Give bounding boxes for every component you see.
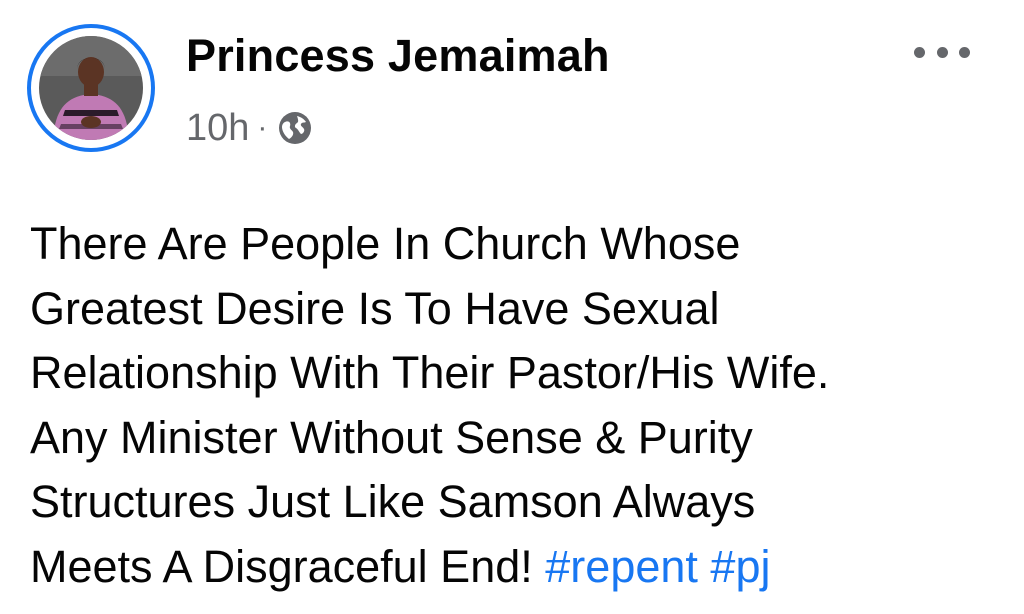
post-text-line: There Are People In Church Whose	[30, 218, 741, 269]
globe-icon[interactable]	[277, 110, 313, 146]
more-dot	[914, 46, 925, 58]
post-text-line-last: Meets A Disgraceful End! #repent #pj	[30, 535, 1000, 600]
facebook-post: Princess Jemaimah 10h · There Are People…	[0, 0, 1024, 614]
post-text-line: Meets A Disgraceful End!	[30, 540, 533, 592]
post-body: There Are People In Church Whose Greates…	[30, 212, 1000, 599]
more-dot	[959, 46, 970, 58]
profile-photo	[39, 36, 143, 140]
post-text-line: Any Minister Without Sense & Purity	[30, 411, 753, 463]
post-meta: 10h ·	[186, 104, 313, 152]
avatar[interactable]	[39, 36, 143, 140]
post-text-line: Relationship With Their Pastor/His Wife.	[30, 347, 830, 398]
avatar-ring[interactable]	[27, 24, 155, 152]
post-text-line: Greatest Desire Is To Have Sexual	[30, 282, 720, 334]
meta-separator: ·	[257, 111, 268, 144]
author-name[interactable]: Princess Jemaimah	[186, 30, 610, 82]
more-dot	[936, 46, 948, 58]
hashtag-repent[interactable]: #repent	[545, 541, 698, 592]
post-timestamp[interactable]: 10h	[186, 107, 249, 150]
post-text-line: Structures Just Like Samson Always	[30, 476, 756, 527]
more-options-icon[interactable]	[914, 42, 970, 62]
hashtag-pj[interactable]: #pj	[710, 541, 770, 592]
